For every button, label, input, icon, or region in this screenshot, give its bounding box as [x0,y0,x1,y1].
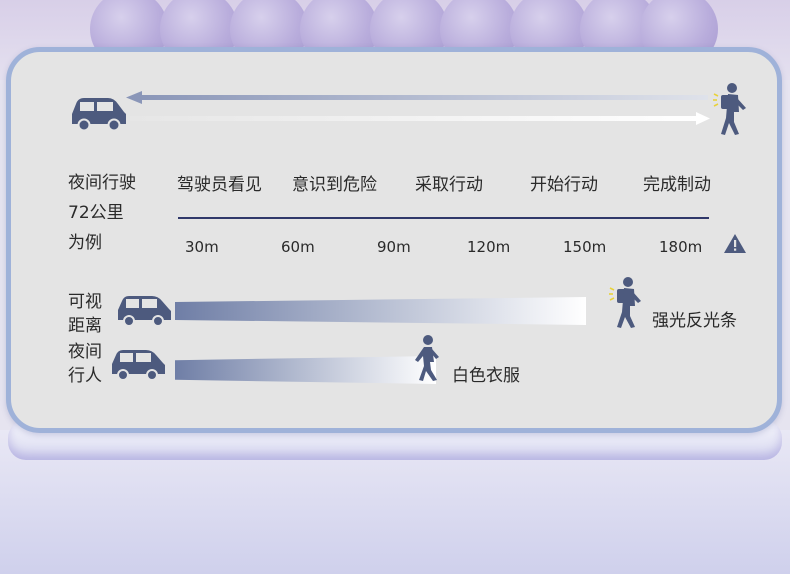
row-caption: 白色衣服 [452,366,520,386]
walking-person-icon [415,335,439,381]
car-icon [118,296,171,327]
row-illustration [112,277,641,381]
row-caption: 强光反光条 [652,311,737,331]
car-icon [112,350,165,381]
reflective-backpack-person-icon [609,277,641,328]
